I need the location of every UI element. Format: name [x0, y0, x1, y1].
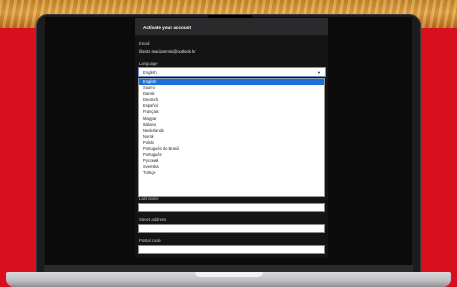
laptop-base-opening [195, 272, 263, 277]
panel-header: Activate your account [135, 18, 328, 35]
email-value: lilovitz.maciamrnis@outlook.hr [139, 49, 196, 54]
language-option[interactable]: Türkçe [139, 170, 324, 176]
last-name-label: Last name [139, 196, 159, 201]
last-name-input[interactable] [138, 203, 325, 212]
email-label: Email [139, 41, 150, 46]
language-label: Language [139, 61, 158, 66]
page-title: Activate your account [143, 25, 191, 30]
street-address-label: Street address [139, 217, 167, 222]
chevron-down-icon[interactable]: ▼ [317, 70, 321, 75]
language-dropdown-list[interactable]: English Suomi Dansk Deutsch Español Français M… [138, 78, 325, 197]
language-select-value: English [143, 70, 157, 75]
language-select[interactable]: English ▼ [138, 67, 326, 77]
postal-code-input[interactable] [138, 245, 325, 254]
postal-code-label: Postal code [139, 238, 161, 243]
street-address-input[interactable] [138, 224, 325, 233]
